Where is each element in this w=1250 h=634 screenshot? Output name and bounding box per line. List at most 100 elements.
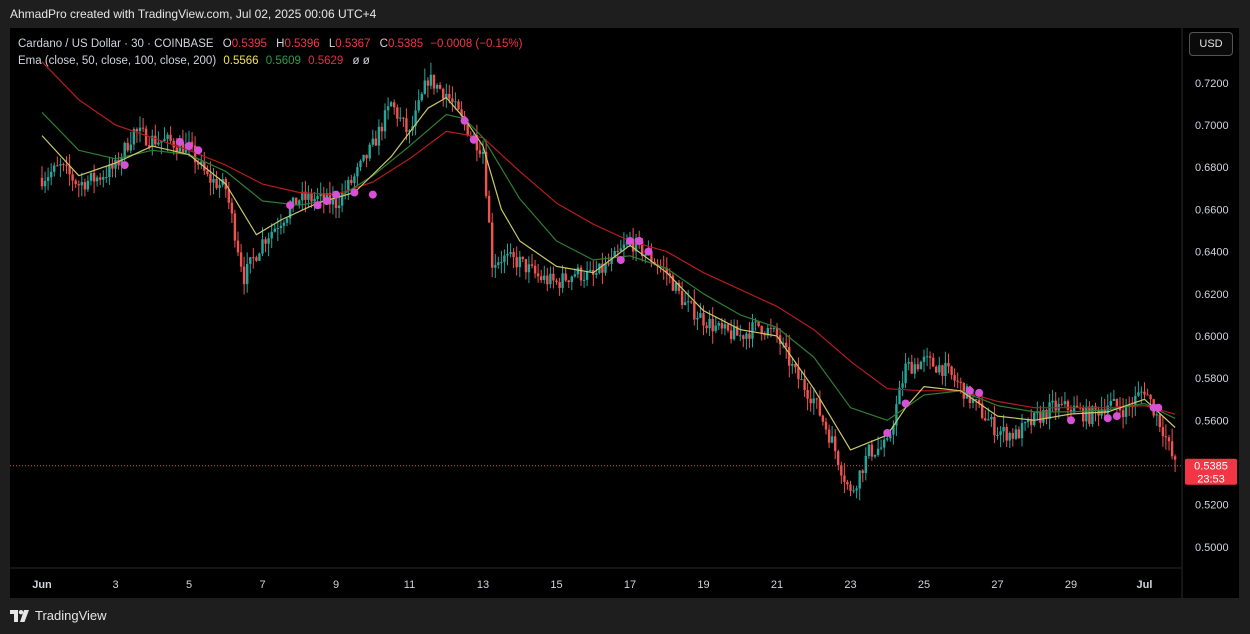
- cross-marker-21: [1103, 414, 1112, 423]
- symbol-row: Cardano / US Dollar · 30 · COINBASE O0.5…: [18, 36, 522, 53]
- ema-row: Ema (close, 50, close, 100, close, 200) …: [18, 53, 522, 70]
- candle-body-27: [123, 142, 126, 159]
- candle-body-163: [540, 276, 543, 280]
- candle-body-14: [83, 182, 87, 190]
- candle-body-17: [92, 173, 96, 182]
- candle-body-181: [595, 273, 598, 275]
- cross-marker-8: [350, 188, 359, 197]
- candle-body-55: [209, 174, 212, 183]
- candle-body-329: [1048, 402, 1051, 419]
- x-tick-label-5: 11: [404, 579, 415, 591]
- candle-body-23: [111, 164, 114, 169]
- candle-body-130: [438, 85, 442, 89]
- cross-marker-20: [1067, 416, 1075, 425]
- candle-body-12: [77, 184, 80, 186]
- candle-body-6: [59, 164, 62, 166]
- ema50-line: [41, 97, 1176, 451]
- candle-body-299: [956, 380, 959, 382]
- candle-body-155: [515, 257, 518, 268]
- cross-marker-1: [175, 137, 184, 146]
- candle-body-172: [567, 280, 570, 282]
- cross-marker-12: [616, 256, 625, 264]
- candle-body-301: [962, 382, 965, 399]
- candle-body-79: [282, 222, 286, 226]
- candle-body-160: [530, 264, 534, 266]
- candle-body-16: [89, 173, 93, 181]
- candle-body-162: [536, 273, 540, 277]
- candle-body-64: [236, 240, 240, 253]
- candle-body-362: [1149, 394, 1152, 400]
- candle-body-68: [249, 257, 252, 264]
- candle-body-177: [582, 279, 586, 281]
- candle-body-185: [607, 263, 610, 265]
- candle-body-107: [368, 144, 371, 159]
- x-tick-label-12: 25: [918, 579, 930, 591]
- candle-body-157: [521, 256, 524, 259]
- candle-body-209: [680, 291, 684, 306]
- candle-body-161: [533, 265, 537, 274]
- x-axis-ticks: Jun 3 5 7 9 11 13 15 17 19 21 23 25 27 29 Jul: [32, 579, 1152, 591]
- candle-body-283: [907, 362, 910, 364]
- candle-body-259: [834, 436, 837, 452]
- candle-body-357: [1134, 395, 1137, 406]
- candle-body-238: [769, 328, 773, 330]
- candle-body-223: [723, 324, 727, 329]
- x-tick-label-4: 9: [333, 579, 339, 591]
- cross-marker-2: [185, 142, 193, 151]
- candle-body-102: [353, 176, 356, 184]
- candle-body-77: [276, 228, 279, 229]
- candle-body-32: [138, 127, 142, 132]
- x-tick-label-10: 21: [771, 579, 783, 591]
- cross-marker-15: [644, 247, 653, 256]
- price-chart-svg[interactable]: 0.50000.52000.54000.56000.58000.60000.62…: [10, 28, 1239, 598]
- candle-body-80: [285, 218, 289, 223]
- candle-body-7: [62, 164, 65, 166]
- candle-body-216: [702, 313, 705, 326]
- candle-body-250: [806, 390, 809, 399]
- candle-body-113: [386, 106, 390, 111]
- candle-body-73: [264, 239, 267, 244]
- cross-marker-3: [194, 146, 203, 155]
- candle-body-233: [754, 321, 757, 323]
- tradingview-logo[interactable]: TradingView: [10, 608, 107, 623]
- last-price-value: 0.5385: [1194, 461, 1228, 473]
- candle-body-260: [837, 451, 840, 466]
- candle-body-2: [46, 177, 50, 181]
- candle-body-333: [1060, 403, 1063, 405]
- candle-body-71: [258, 253, 261, 261]
- candle-body-58: [218, 184, 221, 189]
- candle-body-106: [365, 154, 368, 159]
- chart-pane[interactable]: 0.50000.52000.54000.56000.58000.60000.62…: [10, 28, 1239, 598]
- candle-body-225: [729, 330, 733, 340]
- x-tick-label-9: 19: [697, 579, 709, 591]
- candle-body-213: [693, 301, 696, 320]
- candle-body-190: [622, 244, 626, 249]
- candle-body-114: [389, 102, 393, 107]
- candle-body-96: [334, 198, 338, 209]
- candle-body-220: [714, 325, 717, 332]
- cross-marker-22: [1112, 412, 1121, 421]
- candle-body-330: [1051, 400, 1054, 403]
- ema-label[interactable]: Ema (close, 50, close, 100, close, 200): [18, 55, 216, 67]
- candle-body-159: [527, 264, 531, 273]
- candle-body-315: [1005, 426, 1008, 441]
- candle-body-222: [720, 323, 724, 329]
- attribution-text: AhmadPro created with TradingView.com, J…: [10, 7, 377, 21]
- candle-body-296: [947, 362, 950, 367]
- symbol-name[interactable]: Cardano / US Dollar · 30 · COINBASE: [18, 38, 214, 50]
- candle-body-66: [242, 266, 246, 285]
- candle-body-294: [941, 365, 944, 376]
- candle-body-365: [1158, 414, 1161, 428]
- cross-marker-24: [1154, 403, 1163, 412]
- candle-body-69: [252, 257, 255, 259]
- candle-body-269: [864, 455, 867, 473]
- candle-body-252: [812, 398, 815, 404]
- candle-body-112: [383, 110, 387, 132]
- candle-body-320: [1020, 423, 1024, 439]
- candle-body-149: [497, 262, 500, 265]
- currency-button[interactable]: USD: [1189, 32, 1233, 56]
- candle-body-290: [928, 356, 932, 358]
- x-tick-label-8: 17: [624, 579, 636, 591]
- candle-body-156: [518, 256, 521, 268]
- candle-body-263: [846, 481, 849, 485]
